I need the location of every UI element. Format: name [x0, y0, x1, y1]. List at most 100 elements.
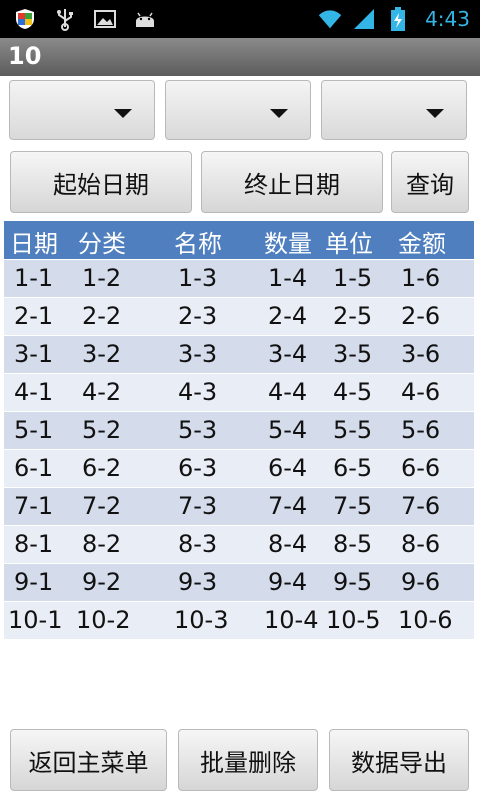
- records-table: 日期 分类 名称 数量 单位 金额 1-1 1-2 1-3 1-4 1-5 1-6 2-1 2…: [4, 221, 474, 639]
- title-bar: 10: [0, 38, 480, 76]
- cell-category: 5-2: [82, 416, 122, 444]
- cell-amount: 9-6: [401, 568, 441, 596]
- cell-category: 3-2: [82, 340, 122, 368]
- cell-amount: 8-6: [401, 530, 441, 558]
- dropdown-arrow-icon: [114, 109, 132, 118]
- dropdown-arrow-icon: [270, 109, 288, 118]
- signal-icon: [351, 6, 377, 32]
- cell-date: 2-1: [14, 302, 54, 330]
- cell-category: 4-2: [82, 378, 122, 406]
- cell-date: 1-1: [14, 264, 54, 292]
- cell-category: 2-2: [82, 302, 122, 330]
- batch-delete-button[interactable]: 批量删除: [178, 729, 318, 791]
- start-date-button[interactable]: 起始日期: [10, 151, 192, 213]
- cell-quantity: 7-4: [268, 492, 308, 520]
- column-header-unit: 单位: [325, 230, 373, 258]
- cell-date: 5-1: [14, 416, 54, 444]
- cell-name: 8-3: [178, 530, 218, 558]
- cell-amount: 6-6: [401, 454, 441, 482]
- category-spinner-2[interactable]: [165, 80, 311, 140]
- cell-unit: 2-5: [333, 302, 373, 330]
- cell-date: 10-1: [8, 606, 63, 634]
- column-header-category: 分类: [78, 230, 126, 258]
- cell-name: 5-3: [178, 416, 218, 444]
- wifi-icon: [317, 6, 343, 32]
- cell-name: 10-3: [174, 606, 229, 634]
- table-row: 1-1 1-2 1-3 1-4 1-5 1-6: [4, 259, 474, 297]
- cell-category: 6-2: [82, 454, 122, 482]
- android-icon: [132, 6, 158, 32]
- cell-unit: 5-5: [333, 416, 373, 444]
- status-bar-notifications: [12, 6, 158, 32]
- table-row: 9-1 9-2 9-3 9-4 9-5 9-6: [4, 563, 474, 601]
- cell-quantity: 3-4: [268, 340, 308, 368]
- table-row: 7-1 7-2 7-3 7-4 7-5 7-6: [4, 487, 474, 525]
- column-header-quantity: 数量: [264, 230, 312, 258]
- cell-amount: 2-6: [401, 302, 441, 330]
- cell-name: 7-3: [178, 492, 218, 520]
- cell-amount: 3-6: [401, 340, 441, 368]
- back-to-main-menu-button[interactable]: 返回主菜单: [10, 729, 167, 791]
- cell-date: 9-1: [14, 568, 54, 596]
- dropdown-arrow-icon: [426, 109, 444, 118]
- table-body: 1-1 1-2 1-3 1-4 1-5 1-6 2-1 2-2 2-3 2-4 2-5 2-6 3-1 3…: [4, 259, 474, 639]
- cell-date: 4-1: [14, 378, 54, 406]
- cell-category: 8-2: [82, 530, 122, 558]
- cell-amount: 4-6: [401, 378, 441, 406]
- cell-unit: 10-5: [326, 606, 381, 634]
- cell-date: 7-1: [14, 492, 54, 520]
- cell-category: 9-2: [82, 568, 122, 596]
- cell-name: 3-3: [178, 340, 218, 368]
- table-row: 8-1 8-2 8-3 8-4 8-5 8-6: [4, 525, 474, 563]
- cell-category: 7-2: [82, 492, 122, 520]
- cell-unit: 7-5: [333, 492, 373, 520]
- column-header-amount: 金额: [398, 230, 446, 258]
- status-bar-system: 4:43: [317, 6, 470, 32]
- table-header: 日期 分类 名称 数量 单位 金额: [4, 221, 474, 259]
- end-date-button[interactable]: 终止日期: [201, 151, 383, 213]
- status-time: 4:43: [425, 7, 470, 31]
- table-row: 5-1 5-2 5-3 5-4 5-5 5-6: [4, 411, 474, 449]
- export-data-button[interactable]: 数据导出: [329, 729, 469, 791]
- battery-charging-icon: [385, 6, 411, 32]
- cell-date: 8-1: [14, 530, 54, 558]
- cell-unit: 1-5: [333, 264, 373, 292]
- table-row: 4-1 4-2 4-3 4-4 4-5 4-6: [4, 373, 474, 411]
- app-title: 10: [8, 42, 42, 70]
- table-row: 2-1 2-2 2-3 2-4 2-5 2-6: [4, 297, 474, 335]
- cell-quantity: 5-4: [268, 416, 308, 444]
- cell-amount: 1-6: [401, 264, 441, 292]
- cell-amount: 7-6: [401, 492, 441, 520]
- status-bar: 4:43: [0, 0, 480, 38]
- category-spinner-3[interactable]: [321, 80, 467, 140]
- cell-quantity: 8-4: [268, 530, 308, 558]
- query-button[interactable]: 查询: [391, 151, 469, 213]
- cell-category: 10-2: [76, 606, 131, 634]
- cell-quantity: 2-4: [268, 302, 308, 330]
- cell-name: 1-3: [178, 264, 218, 292]
- cell-unit: 9-5: [333, 568, 373, 596]
- table-row: 6-1 6-2 6-3 6-4 6-5 6-6: [4, 449, 474, 487]
- cell-amount: 10-6: [398, 606, 453, 634]
- usb-icon: [52, 6, 78, 32]
- cell-quantity: 4-4: [268, 378, 308, 406]
- column-header-date: 日期: [10, 230, 58, 258]
- cell-date: 3-1: [14, 340, 54, 368]
- cell-unit: 3-5: [333, 340, 373, 368]
- cell-category: 1-2: [82, 264, 122, 292]
- cell-date: 6-1: [14, 454, 54, 482]
- category-spinner-1[interactable]: [9, 80, 155, 140]
- cell-quantity: 9-4: [268, 568, 308, 596]
- table-row: 10-1 10-2 10-3 10-4 10-5 10-6: [4, 601, 474, 639]
- cell-quantity: 6-4: [268, 454, 308, 482]
- cell-name: 6-3: [178, 454, 218, 482]
- picture-icon: [92, 6, 118, 32]
- cell-name: 9-3: [178, 568, 218, 596]
- cell-quantity: 1-4: [268, 264, 308, 292]
- cell-name: 4-3: [178, 378, 218, 406]
- shield-icon: [12, 6, 38, 32]
- cell-quantity: 10-4: [264, 606, 319, 634]
- cell-amount: 5-6: [401, 416, 441, 444]
- table-row: 3-1 3-2 3-3 3-4 3-5 3-6: [4, 335, 474, 373]
- cell-unit: 8-5: [333, 530, 373, 558]
